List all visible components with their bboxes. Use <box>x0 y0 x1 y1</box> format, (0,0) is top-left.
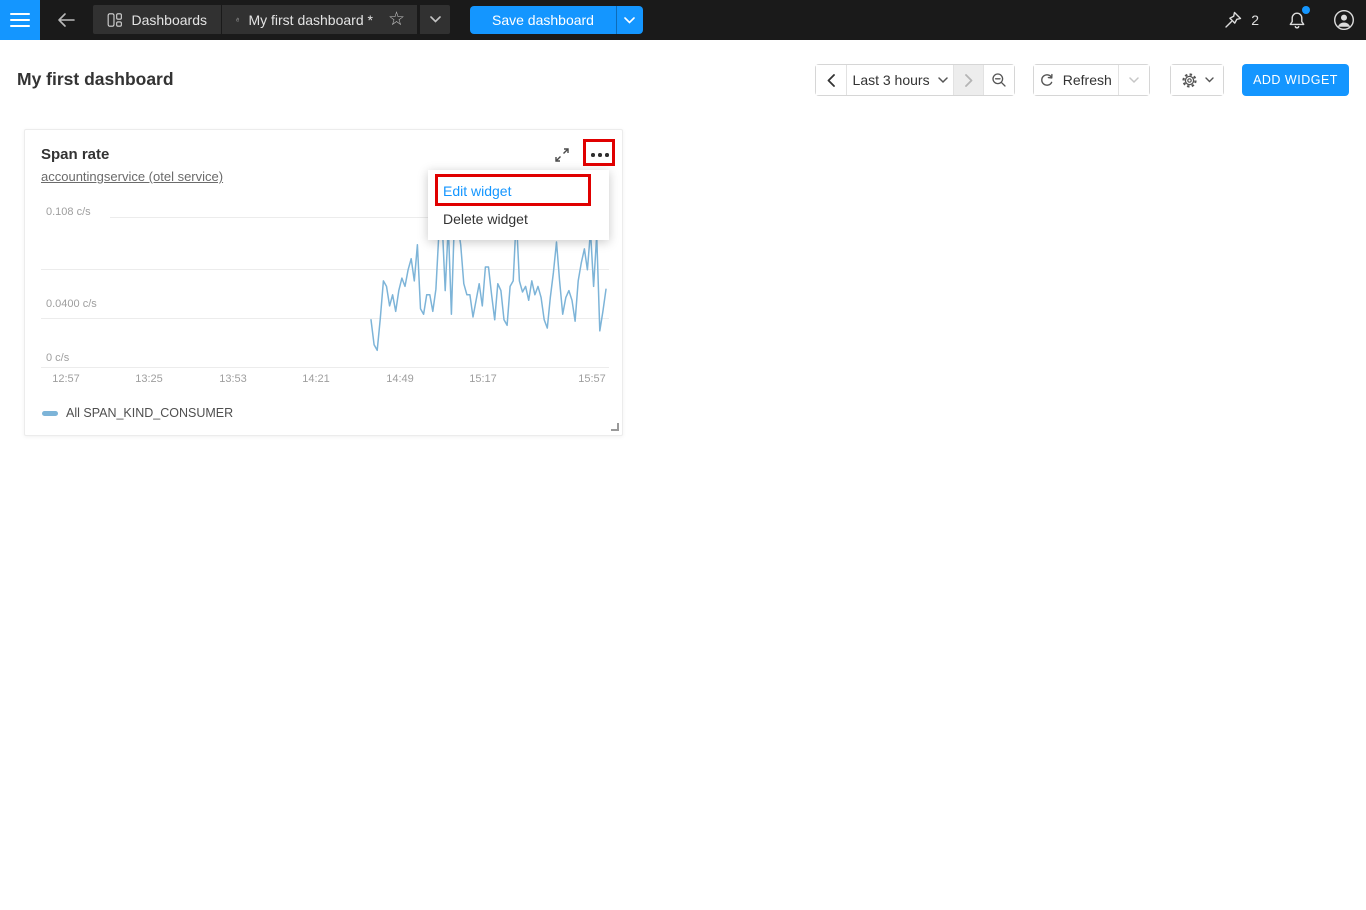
save-dashboard-button[interactable]: Save dashboard <box>470 6 616 34</box>
legend-label: All SPAN_KIND_CONSUMER <box>66 406 233 420</box>
arrow-left-icon <box>57 12 76 28</box>
tab-current-dashboard[interactable]: My first dashboard * ☆ <box>222 5 417 34</box>
timeframe-selector[interactable]: Last 3 hours <box>846 65 953 95</box>
pin-count: 2 <box>1251 12 1259 28</box>
x-axis-label: 13:53 <box>219 373 247 385</box>
topbar: Dashboards My first dashboard * ☆ Save d… <box>0 0 1366 40</box>
chevron-down-icon <box>624 17 635 24</box>
widget-resize-handle[interactable] <box>611 423 619 431</box>
dashboard-settings-button[interactable] <box>1171 65 1223 95</box>
user-menu-button[interactable] <box>1333 9 1355 31</box>
chevron-down-icon <box>430 16 441 23</box>
x-axis-label: 15:57 <box>578 373 606 385</box>
back-button[interactable] <box>52 6 80 34</box>
expand-icon <box>552 145 572 165</box>
x-axis-label: 12:57 <box>52 373 80 385</box>
refresh-icon <box>1040 73 1054 87</box>
hamburger-icon <box>10 13 30 15</box>
timeframe-forward-button[interactable] <box>953 65 983 95</box>
legend-item[interactable]: All SPAN_KIND_CONSUMER <box>42 406 233 420</box>
tab-dashboards-label: Dashboards <box>132 12 208 28</box>
timeframe-label: Last 3 hours <box>853 72 930 88</box>
menu-item-edit-widget[interactable]: Edit widget <box>428 177 609 205</box>
zoom-out-icon <box>991 72 1007 88</box>
expand-widget-button[interactable] <box>552 145 572 165</box>
save-dashboard-dropdown[interactable] <box>616 6 643 34</box>
three-dots-icon <box>591 153 595 157</box>
widget-subtitle-link[interactable]: accountingservice (otel service) <box>41 169 223 184</box>
pin-icon <box>1223 10 1243 30</box>
widget-context-menu: Edit widget Delete widget <box>428 170 609 240</box>
zoom-out-button[interactable] <box>983 65 1014 95</box>
topbar-right: 2 <box>1223 0 1366 40</box>
x-axis-label: 15:17 <box>469 373 497 385</box>
refresh-button[interactable]: Refresh <box>1034 65 1118 95</box>
timeframe-back-button[interactable] <box>816 65 846 95</box>
avatar-icon <box>1333 9 1355 31</box>
widget-more-button[interactable] <box>586 144 614 166</box>
legend-swatch <box>42 411 58 416</box>
refresh-control-group: Refresh <box>1033 64 1150 96</box>
refresh-label: Refresh <box>1063 72 1112 88</box>
notification-badge-dot <box>1302 6 1310 14</box>
chevron-left-icon <box>827 74 835 87</box>
x-axis-label: 14:49 <box>386 373 414 385</box>
favorite-star-icon[interactable]: ☆ <box>388 10 405 29</box>
add-widget-button[interactable]: ADD WIDGET <box>1242 64 1349 96</box>
page-title: My first dashboard <box>17 69 174 90</box>
chevron-right-icon <box>965 74 973 87</box>
menu-button[interactable] <box>0 0 40 40</box>
tab-list-dropdown[interactable] <box>420 5 450 34</box>
chevron-down-icon <box>1205 77 1214 83</box>
settings-control-group <box>1170 64 1224 96</box>
timeframe-control-group: Last 3 hours <box>815 64 1015 96</box>
gear-icon <box>1181 72 1198 89</box>
menu-item-delete-widget[interactable]: Delete widget <box>428 205 609 233</box>
notifications-button[interactable] <box>1287 10 1307 31</box>
lock-icon <box>236 11 239 28</box>
chevron-down-icon <box>1129 77 1139 84</box>
tab-current-label: My first dashboard * <box>248 12 373 28</box>
widget-title: Span rate <box>41 146 109 163</box>
x-axis-label: 14:21 <box>302 373 330 385</box>
save-dashboard-group: Save dashboard <box>470 6 643 34</box>
dashboards-icon <box>107 10 123 30</box>
x-axis-label: 13:25 <box>135 373 163 385</box>
pinned-items-button[interactable]: 2 <box>1223 10 1259 30</box>
refresh-dropdown[interactable] <box>1118 65 1149 95</box>
tab-dashboards[interactable]: Dashboards <box>93 5 221 34</box>
chevron-down-icon <box>938 77 948 84</box>
